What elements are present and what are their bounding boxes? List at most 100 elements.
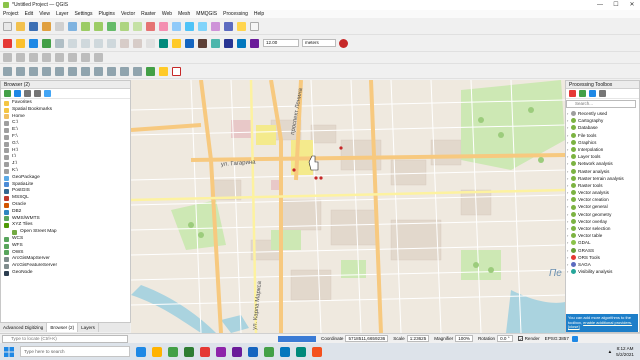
advanced-tool-8-icon[interactable] — [94, 53, 103, 62]
browser-item[interactable]: ArcGisFeatureServer — [4, 263, 130, 270]
add-spatialite-icon[interactable] — [107, 66, 116, 76]
taskbar-app-icon[interactable] — [216, 346, 226, 357]
taskbar-app-icon[interactable] — [248, 346, 258, 357]
taskbar-app-icon[interactable] — [232, 346, 242, 357]
browser-item[interactable]: C:\ — [4, 120, 130, 127]
processing-provider-item[interactable]: › Layer tools — [567, 153, 639, 160]
windows-start-icon[interactable] — [4, 346, 14, 357]
add-mesh-icon[interactable] — [29, 66, 38, 76]
taskbar-app-icon[interactable] — [264, 346, 274, 357]
advanced-tool-5-icon[interactable] — [55, 53, 64, 62]
measure-icon[interactable] — [211, 21, 220, 31]
advanced-tool-4-icon[interactable] — [42, 53, 51, 62]
processing-provider-item[interactable]: › File tools — [567, 132, 639, 139]
zoom-layer-icon[interactable] — [133, 21, 142, 31]
close-button[interactable]: ✕ — [624, 0, 640, 10]
processing-provider-item[interactable]: › Raster tools — [567, 182, 639, 189]
delete-selected-icon[interactable] — [68, 38, 77, 48]
browser-item[interactable]: MSSQL — [4, 195, 130, 202]
save-project-icon[interactable] — [29, 21, 38, 31]
scale-field[interactable]: 1:23625 — [406, 335, 430, 342]
taskbar-app-icon[interactable] — [312, 346, 322, 357]
distance-unit-select[interactable]: meters — [302, 39, 336, 47]
save-edits-icon[interactable] — [29, 38, 38, 48]
models-icon[interactable] — [569, 90, 576, 97]
processing-toolbox-icon[interactable] — [211, 38, 220, 48]
magnet-snapping-icon[interactable] — [339, 38, 348, 48]
close-info-link[interactable]: [close] — [568, 324, 580, 329]
add-feature-icon[interactable] — [42, 38, 51, 48]
browser-item[interactable]: GeoNode — [4, 270, 130, 277]
processing-plugin-icon[interactable] — [146, 66, 155, 76]
add-csv-icon[interactable] — [42, 66, 51, 76]
browser-item[interactable]: Oracle — [4, 202, 130, 209]
advanced-tool-6-icon[interactable] — [68, 53, 77, 62]
refresh-icon[interactable] — [14, 90, 21, 97]
select-features-icon[interactable] — [159, 38, 168, 48]
layout-manager-icon[interactable] — [55, 21, 64, 31]
advanced-tool-2-icon[interactable] — [16, 53, 25, 62]
deselect-icon[interactable] — [185, 38, 194, 48]
rotation-field[interactable]: 0.0 ° — [497, 335, 513, 342]
minimize-button[interactable]: — — [592, 0, 608, 10]
advanced-tool-7-icon[interactable] — [81, 53, 90, 62]
plugin-tool-icon[interactable] — [250, 38, 259, 48]
processing-provider-item[interactable]: › Graphics — [567, 139, 639, 146]
browser-item[interactable]: J:\ — [4, 161, 130, 168]
zoom-selection-icon[interactable] — [120, 21, 129, 31]
print-layout-icon[interactable] — [42, 21, 51, 31]
properties-icon[interactable] — [44, 90, 51, 97]
taskbar-app-icon[interactable] — [136, 346, 146, 357]
processing-provider-item[interactable]: › Vector geometry — [567, 211, 639, 218]
vertex-tool-icon[interactable] — [55, 38, 64, 48]
browser-item[interactable]: K:\ — [4, 168, 130, 175]
georeferencer-icon[interactable] — [237, 38, 246, 48]
zoom-out-icon[interactable] — [94, 21, 103, 31]
processing-provider-item[interactable]: › Vector analysis — [567, 189, 639, 196]
add-mssql-icon[interactable] — [120, 66, 129, 76]
processing-provider-item[interactable]: › Recently used — [567, 110, 639, 117]
browser-item[interactable]: GeoPackage — [4, 175, 130, 182]
processing-provider-item[interactable]: › Database — [567, 124, 639, 131]
browser-item[interactable]: DB2 — [4, 209, 130, 216]
network-icon[interactable]: ▲ — [608, 349, 613, 354]
add-wfs-icon[interactable] — [81, 66, 90, 76]
processing-provider-item[interactable]: › SAGA — [567, 261, 639, 268]
copy-features-icon[interactable] — [94, 38, 103, 48]
menu-edit[interactable]: Edit — [25, 11, 34, 17]
filter-icon[interactable] — [24, 90, 31, 97]
browser-item[interactable]: F:\ — [4, 134, 130, 141]
browser-item[interactable]: Home — [4, 114, 130, 121]
processing-provider-item[interactable]: › Vector creation — [567, 196, 639, 203]
menu-help[interactable]: Help — [254, 11, 264, 17]
add-delimited-icon[interactable] — [133, 66, 142, 76]
browser-item[interactable]: WFS — [4, 243, 130, 250]
field-calculator-icon[interactable] — [198, 38, 207, 48]
map-canvas[interactable]: проспект Ленина ул. Гагарина ул. Карла М… — [131, 80, 565, 333]
taskbar-search-input[interactable]: Type here to search — [20, 346, 130, 357]
select-by-value-icon[interactable] — [172, 38, 181, 48]
toggle-editing-icon[interactable] — [16, 38, 25, 48]
add-postgis-icon[interactable] — [94, 66, 103, 76]
python-plugin-icon[interactable] — [159, 66, 168, 76]
identify-icon[interactable] — [185, 21, 194, 31]
add-layer-icon[interactable] — [3, 66, 12, 76]
zoom-last-icon[interactable] — [159, 21, 168, 31]
annotation-icon[interactable] — [237, 21, 246, 31]
tab-advanced-digitizing[interactable]: Advanced Digitizing — [0, 323, 48, 332]
coordinate-field[interactable]: 5718511,6659236 — [345, 335, 389, 342]
processing-provider-item[interactable]: › Raster analysis — [567, 168, 639, 175]
processing-provider-item[interactable]: › Vector general — [567, 203, 639, 210]
zoom-next-icon[interactable] — [172, 21, 181, 31]
processing-provider-item[interactable]: › Network analysis — [567, 160, 639, 167]
menu-view[interactable]: View — [39, 11, 50, 17]
processing-provider-item[interactable]: › GRASS — [567, 247, 639, 254]
processing-provider-item[interactable]: › Vector overlay — [567, 218, 639, 225]
current-edits-icon[interactable] — [3, 38, 12, 48]
menu-raster[interactable]: Raster — [141, 11, 156, 17]
python-console-icon[interactable] — [224, 38, 233, 48]
add-point-icon[interactable] — [172, 66, 181, 76]
redo-icon[interactable] — [133, 38, 142, 48]
text-annotation-icon[interactable] — [250, 21, 259, 31]
browser-item[interactable]: I:\ — [4, 154, 130, 161]
